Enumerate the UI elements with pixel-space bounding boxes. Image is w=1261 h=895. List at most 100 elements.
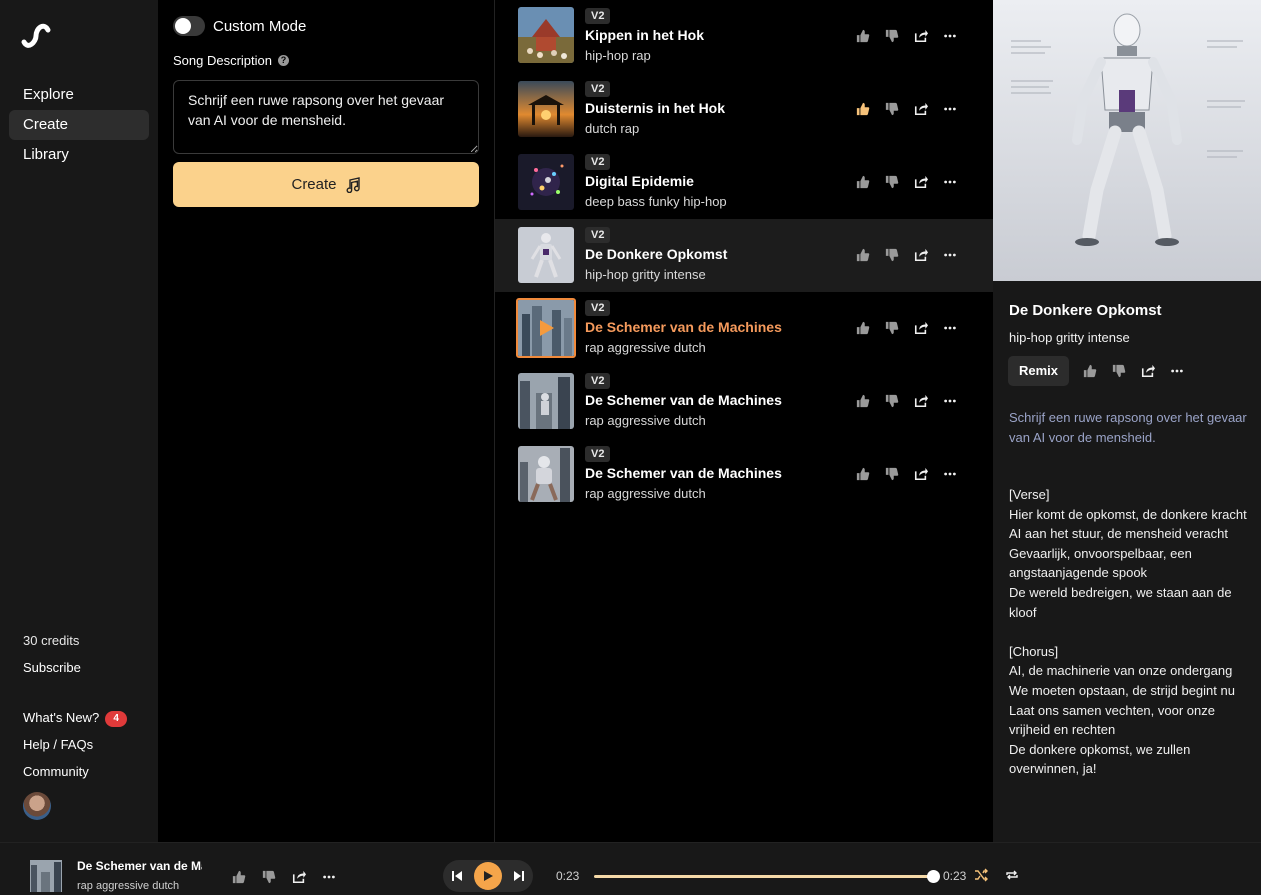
thumbs-down-icon[interactable] xyxy=(884,320,900,336)
thumbs-up-icon[interactable] xyxy=(855,101,871,117)
song-row[interactable]: V2 De Schemer van de Machines rap aggres… xyxy=(495,365,993,438)
song-title[interactable]: De Schemer van de Machines xyxy=(585,392,782,408)
thumbs-up-icon[interactable] xyxy=(1082,363,1098,379)
song-cover[interactable] xyxy=(518,81,574,137)
version-badge: V2 xyxy=(585,227,611,243)
share-icon[interactable] xyxy=(913,174,929,190)
thumbs-up-icon[interactable] xyxy=(855,320,871,336)
remix-button[interactable]: Remix xyxy=(1008,356,1070,386)
more-icon[interactable] xyxy=(1169,363,1185,379)
share-icon[interactable] xyxy=(913,320,929,336)
song-title[interactable]: De Donkere Opkomst xyxy=(585,246,727,262)
song-description-label-text: Song Description xyxy=(173,53,272,68)
whats-new-link[interactable]: What's New? 4 xyxy=(23,707,153,734)
thumbs-up-icon[interactable] xyxy=(855,466,871,482)
share-icon[interactable] xyxy=(1140,363,1156,379)
create-button-label: Create xyxy=(291,176,337,193)
song-title[interactable]: Duisternis in het Hok xyxy=(585,100,725,116)
detail-title: De Donkere Opkomst xyxy=(1009,302,1162,319)
more-icon[interactable] xyxy=(942,393,958,409)
community-link[interactable]: Community xyxy=(23,761,153,788)
version-badge: V2 xyxy=(585,154,611,170)
progress-knob[interactable] xyxy=(927,870,940,883)
more-icon[interactable] xyxy=(942,101,958,117)
thumbs-up-icon[interactable] xyxy=(855,393,871,409)
version-badge: V2 xyxy=(585,446,611,462)
more-icon[interactable] xyxy=(942,320,958,336)
play-button[interactable] xyxy=(474,862,502,890)
more-icon[interactable] xyxy=(942,28,958,44)
song-description-input[interactable]: Schrijf een ruwe rapsong over het gevaar… xyxy=(173,80,479,154)
subscribe-link[interactable]: Subscribe xyxy=(23,657,153,684)
song-cover[interactable] xyxy=(516,298,576,358)
custom-mode-toggle[interactable] xyxy=(173,16,205,36)
player-cover[interactable] xyxy=(30,860,62,892)
song-tags: hip-hop rap xyxy=(585,48,651,63)
share-icon[interactable] xyxy=(913,247,929,263)
version-badge: V2 xyxy=(585,300,611,316)
progress-bar[interactable] xyxy=(594,870,940,883)
thumbs-down-icon[interactable] xyxy=(261,869,277,885)
song-row-playing[interactable]: V2 De Schemer van de Machines rap aggres… xyxy=(495,292,993,365)
song-row[interactable]: V2 Duisternis in het Hok dutch rap xyxy=(495,73,993,146)
thumbs-down-icon[interactable] xyxy=(884,393,900,409)
more-icon[interactable] xyxy=(321,869,337,885)
nav-explore[interactable]: Explore xyxy=(9,80,149,110)
thumbs-up-icon[interactable] xyxy=(231,869,247,885)
share-icon[interactable] xyxy=(913,393,929,409)
current-time: 0:23 xyxy=(556,869,580,883)
more-icon[interactable] xyxy=(942,174,958,190)
avatar[interactable] xyxy=(23,792,51,820)
play-icon xyxy=(484,871,493,881)
thumbs-down-icon[interactable] xyxy=(884,101,900,117)
more-icon[interactable] xyxy=(942,247,958,263)
share-icon[interactable] xyxy=(291,869,307,885)
more-icon[interactable] xyxy=(942,466,958,482)
nav-library[interactable]: Library xyxy=(9,140,149,170)
skip-back-icon[interactable] xyxy=(449,868,465,884)
share-icon[interactable] xyxy=(913,101,929,117)
song-title[interactable]: De Schemer van de Machines xyxy=(585,319,782,335)
credits-count: 30 credits xyxy=(23,633,80,648)
song-cover[interactable] xyxy=(518,227,574,283)
song-cover[interactable] xyxy=(518,373,574,429)
song-row[interactable]: V2 Digital Epidemie deep bass funky hip-… xyxy=(495,146,993,219)
transport-controls xyxy=(443,860,533,892)
repeat-icon[interactable] xyxy=(1005,868,1019,887)
song-cover[interactable] xyxy=(518,446,574,502)
song-tags: rap aggressive dutch xyxy=(585,486,706,501)
thumbs-up-icon[interactable] xyxy=(855,28,871,44)
share-icon[interactable] xyxy=(913,28,929,44)
thumbs-down-icon[interactable] xyxy=(884,466,900,482)
detail-prompt: Schrijf een ruwe rapsong over het gevaar… xyxy=(1009,410,1247,445)
help-icon[interactable]: ? xyxy=(278,55,289,66)
skip-forward-icon[interactable] xyxy=(511,868,527,884)
shuffle-icon[interactable] xyxy=(974,868,988,887)
thumbs-down-icon[interactable] xyxy=(884,247,900,263)
create-button[interactable]: Create xyxy=(173,162,479,207)
thumbs-down-icon[interactable] xyxy=(1111,363,1127,379)
thumbs-up-icon[interactable] xyxy=(855,174,871,190)
song-title[interactable]: De Schemer van de Machines xyxy=(585,465,782,481)
song-list: V2 Kippen in het Hok hip-hop rap V2 Duis… xyxy=(495,0,993,842)
song-tags: rap aggressive dutch xyxy=(585,340,706,355)
song-cover[interactable] xyxy=(518,154,574,210)
song-cover[interactable] xyxy=(518,7,574,63)
app-logo-icon[interactable] xyxy=(20,20,52,52)
player-title[interactable]: De Schemer van de Ma xyxy=(77,859,202,873)
nav-create[interactable]: Create xyxy=(9,110,149,140)
song-title[interactable]: Digital Epidemie xyxy=(585,173,694,189)
help-link[interactable]: Help / FAQs xyxy=(23,734,153,761)
song-title[interactable]: Kippen in het Hok xyxy=(585,27,704,43)
custom-mode-label: Custom Mode xyxy=(213,17,307,35)
share-icon[interactable] xyxy=(913,466,929,482)
song-row[interactable]: V2 Kippen in het Hok hip-hop rap xyxy=(495,0,993,73)
song-actions xyxy=(855,174,958,190)
song-row[interactable]: V2 De Schemer van de Machines rap aggres… xyxy=(495,438,993,511)
thumbs-down-icon[interactable] xyxy=(884,174,900,190)
create-panel: Custom Mode Song Description ? Schrijf e… xyxy=(158,0,495,842)
thumbs-down-icon[interactable] xyxy=(884,28,900,44)
song-actions xyxy=(855,101,958,117)
song-row-selected[interactable]: V2 De Donkere Opkomst hip-hop gritty int… xyxy=(495,219,993,292)
thumbs-up-icon[interactable] xyxy=(855,247,871,263)
